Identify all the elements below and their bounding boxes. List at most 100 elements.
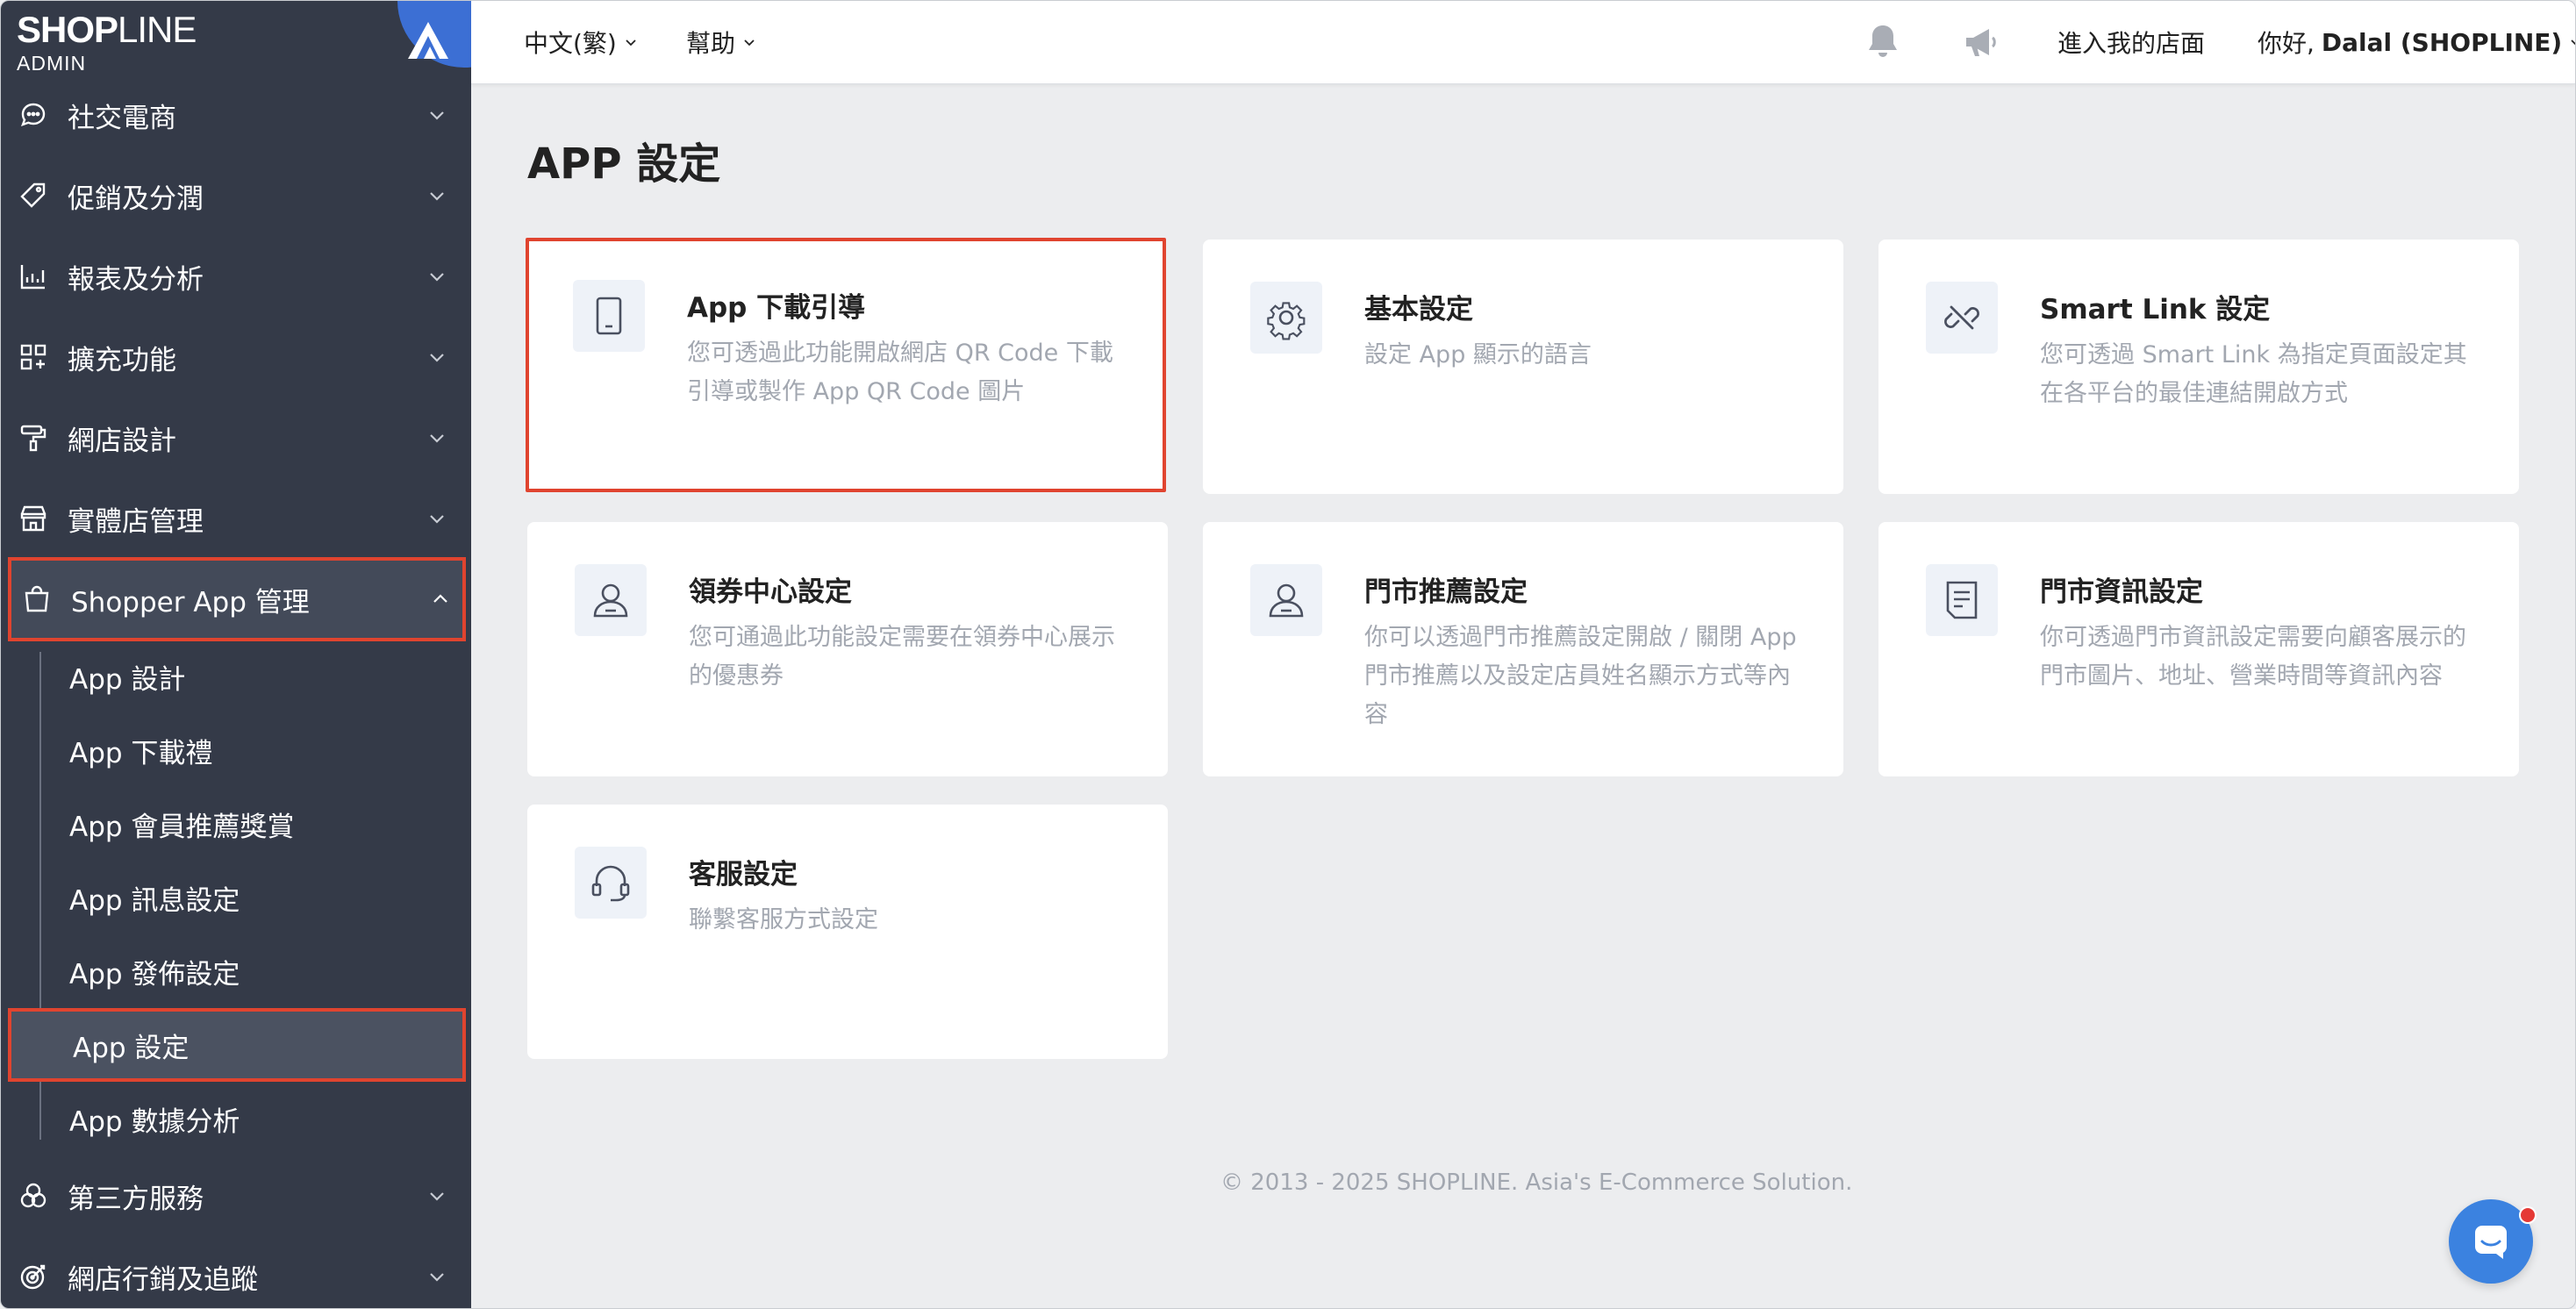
link-icon — [1944, 305, 1979, 330]
card-icon-box — [1250, 564, 1322, 636]
sidebar-subitem-label: App 訊息設定 — [69, 884, 240, 917]
chevron-down-icon — [430, 1273, 444, 1282]
sidebar-subitem-label: App 會員推薦獎賞 — [69, 811, 295, 843]
chart-icon — [20, 265, 45, 290]
sidebar-item-promotions[interactable]: 促銷及分潤 — [1, 155, 471, 236]
chevron-down-icon — [430, 354, 444, 362]
card-description: 您可透過 Smart Link 為指定頁面設定其在各平台的最佳連結開啟方式 — [2040, 341, 2467, 407]
card-title: 基本設定 — [1364, 294, 1473, 325]
sidebar-subitem-app-design[interactable]: App 設計 — [1, 640, 471, 713]
page-title: APP 設定 — [527, 139, 721, 189]
sidebar-item-physical-store[interactable]: 實體店管理 — [1, 478, 471, 559]
user-name: Dalal (SHOPLINE) — [2321, 27, 2563, 57]
language-selector[interactable]: 中文(繁) — [524, 1, 638, 83]
card-description: 你可以透過門市推薦設定開啟 / 關閉 App 門市推薦以及設定店員姓名顯示方式等… — [1364, 624, 1797, 728]
card-app-download-guide[interactable]: App 下載引導 您可透過此功能開啟網店 QR Code 下載引導或製作 App… — [526, 238, 1166, 492]
card-coupon-center-settings[interactable]: 領券中心設定 您可通過此功能設定需要在領券中心展示的優惠券 — [527, 522, 1168, 776]
sidebar-item-label: 實體店管理 — [68, 505, 204, 538]
card-description: 您可透過此功能開啟網店 QR Code 下載引導或製作 App QR Code … — [687, 340, 1113, 405]
sidebar: SHOPLINE ADMIN 社交電商 促銷及分潤 報表及分析 擴充功能 網店設… — [1, 1, 471, 1308]
card-title: 門市資訊設定 — [2040, 576, 2203, 608]
chat-icon — [2475, 1226, 2507, 1259]
card-icon-box — [1926, 564, 1998, 636]
chevron-down-icon — [430, 273, 444, 282]
sidebar-item-shopper-app[interactable]: Shopper App 管理 — [8, 557, 466, 641]
sidebar-subitem-label: App 設計 — [69, 663, 186, 696]
chevron-down-icon — [430, 1192, 444, 1201]
sidebar-item-store-design[interactable]: 網店設計 — [1, 397, 471, 478]
card-smart-link-settings[interactable]: Smart Link 設定 您可透過 Smart Link 為指定頁面設定其在各… — [1878, 240, 2519, 494]
notification-dot — [2519, 1206, 2537, 1224]
paint-roller-icon — [20, 425, 47, 452]
sidebar-subitem-label: App 數據分析 — [69, 1105, 240, 1138]
shopping-bag-icon — [25, 585, 49, 612]
chevron-down-icon — [430, 434, 444, 443]
user-icon — [1269, 583, 1304, 618]
document-icon — [1946, 581, 1978, 619]
card-title: 門市推薦設定 — [1364, 576, 1528, 608]
card-description: 設定 App 顯示的語言 — [1364, 341, 1592, 368]
chevron-down-icon — [626, 39, 636, 46]
card-description: 你可透過門市資訊設定需要向顧客展示的門市圖片、地址、營業時間等資訊內容 — [2040, 624, 2466, 690]
sidebar-item-label: 社交電商 — [68, 102, 176, 134]
megaphone-icon[interactable] — [1959, 20, 2003, 64]
sidebar-item-third-party[interactable]: 第三方服務 — [1, 1155, 471, 1236]
sidebar-subitem-app-settings[interactable]: App 設定 — [8, 1008, 466, 1082]
sidebar-subitem-app-publish[interactable]: App 發佈設定 — [1, 934, 471, 1008]
footer-copyright: © 2013 - 2025 SHOPLINE. Asia's E-Commerc… — [1220, 1170, 1853, 1196]
sidebar-subitem-app-messages[interactable]: App 訊息設定 — [1, 861, 471, 934]
sidebar-item-marketing-tracking[interactable]: 網店行銷及追蹤 — [1, 1236, 471, 1308]
sidebar-item-label: 報表及分析 — [68, 263, 204, 296]
card-title: App 下載引導 — [687, 292, 866, 324]
card-basic-settings[interactable]: 基本設定 設定 App 顯示的語言 — [1203, 240, 1843, 494]
sidebar-item-extensions[interactable]: 擴充功能 — [1, 317, 471, 397]
chat-bubble-icon — [20, 103, 46, 126]
sidebar-item-label: 第三方服務 — [68, 1183, 204, 1215]
sidebar-item-label: 促銷及分潤 — [68, 182, 204, 215]
headset-icon — [591, 865, 630, 902]
tag-icon — [20, 182, 46, 208]
user-icon — [593, 583, 628, 618]
sidebar-subitem-app-download-gift[interactable]: App 下載禮 — [1, 713, 471, 787]
visit-store-label: 進入我的店面 — [2057, 29, 2206, 58]
sidebar-item-social-commerce[interactable]: 社交電商 — [1, 75, 471, 155]
shopline-logo[interactable]: SHOPLINE ADMIN — [17, 11, 197, 75]
card-icon-box — [1250, 282, 1322, 354]
chevron-down-icon — [430, 111, 444, 120]
card-store-recommendation-settings[interactable]: 門市推薦設定 你可以透過門市推薦設定開啟 / 關閉 App 門市推薦以及設定店員… — [1203, 522, 1843, 776]
store-icon — [20, 505, 47, 532]
sidebar-item-reports[interactable]: 報表及分析 — [1, 236, 471, 317]
card-description: 您可通過此功能設定需要在領券中心展示的優惠券 — [689, 624, 1115, 690]
card-customer-service-settings[interactable]: 客服設定 聯繫客服方式設定 — [527, 805, 1168, 1059]
card-store-info-settings[interactable]: 門市資訊設定 你可透過門市資訊設定需要向顧客展示的門市圖片、地址、營業時間等資訊… — [1878, 522, 2519, 776]
sidebar-subitem-app-referral[interactable]: App 會員推薦獎賞 — [1, 787, 471, 861]
user-menu[interactable]: 你好, Dalal (SHOPLINE) — [2258, 1, 2575, 83]
card-icon-box — [573, 280, 645, 352]
chevron-up-icon — [433, 594, 447, 603]
sidebar-item-label: 擴充功能 — [68, 344, 176, 376]
chevron-down-icon — [2571, 39, 2575, 46]
chevron-down-icon — [430, 192, 444, 201]
sidebar-subitem-app-analytics[interactable]: App 數據分析 — [1, 1082, 471, 1155]
brand-mark-icon — [408, 22, 448, 59]
visit-store-link[interactable]: 進入我的店面 — [2057, 1, 2205, 83]
card-title: Smart Link 設定 — [2040, 294, 2271, 325]
language-label: 中文(繁) — [524, 29, 617, 58]
tablet-icon — [596, 297, 622, 335]
sidebar-subitem-label: App 設定 — [73, 1032, 190, 1064]
circles-icon — [20, 1183, 47, 1208]
card-title: 客服設定 — [689, 859, 798, 891]
help-menu[interactable]: 幫助 — [686, 1, 756, 83]
sidebar-item-label: 網店設計 — [68, 425, 176, 457]
card-icon-box — [1926, 282, 1998, 354]
card-icon-box — [575, 847, 647, 919]
sidebar-subitem-label: App 下載禮 — [69, 737, 213, 769]
gear-icon — [1267, 302, 1306, 340]
apps-grid-icon — [20, 344, 47, 370]
chevron-down-icon — [744, 39, 755, 46]
bell-icon[interactable] — [1861, 20, 1905, 64]
card-icon-box — [575, 564, 647, 636]
sidebar-item-label: 網店行銷及追蹤 — [68, 1263, 258, 1296]
card-description: 聯繫客服方式設定 — [689, 906, 878, 933]
top-navigation-bar: 中文(繁) 幫助 進入我的店面 你好, Dalal (SHOPLINE) — [471, 1, 2575, 84]
